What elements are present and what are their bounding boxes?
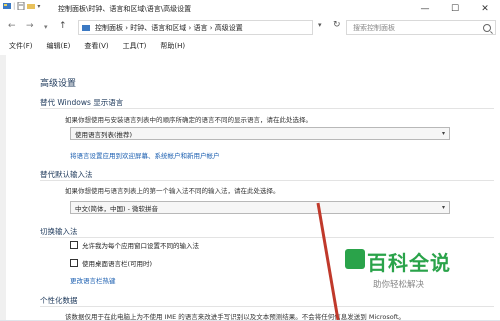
- page-title: 高级设置: [40, 79, 77, 89]
- desktop-langbar-label[interactable]: 使用桌面语言栏(可用时): [82, 258, 152, 268]
- control-panel-small-icon: [82, 25, 90, 31]
- quick-access-dropdown-icon[interactable]: ▾: [37, 3, 40, 10]
- desktop-langbar-option: 使用桌面语言栏(可用时): [70, 258, 152, 268]
- back-button[interactable]: ←: [8, 21, 16, 31]
- switch-input-heading: 切换输入法: [40, 227, 78, 236]
- personalization-heading: 个性化数据: [40, 296, 78, 305]
- input-method-value: 中文(简体，中国) - 微软拼音: [75, 204, 159, 213]
- control-panel-icon: [3, 3, 11, 9]
- chevron-down-icon: ▾: [441, 204, 445, 211]
- chevron-down-icon: ▾: [441, 130, 445, 137]
- per-app-input-checkbox[interactable]: [70, 241, 78, 249]
- change-hotkeys-link[interactable]: 更改语言栏热键: [70, 275, 116, 285]
- menu-view[interactable]: 查看(V): [75, 39, 113, 54]
- menu-tools[interactable]: 工具(T): [114, 39, 152, 54]
- search-icon[interactable]: [483, 24, 491, 32]
- address-bar[interactable]: 控制面板 › 时钟、语言和区域 › 语言 › 高级设置: [78, 20, 313, 35]
- window-title: 控制面板\时钟、语言和区域\语言\高级设置: [58, 5, 192, 13]
- divider: [40, 108, 494, 109]
- up-button[interactable]: ↑: [59, 21, 67, 31]
- desktop-langbar-checkbox[interactable]: [70, 259, 78, 267]
- control-panel-window: | ▾ 控制面板\时钟、语言和区域\语言\高级设置 — ☐ ✕ ← → ▾ ↑ …: [0, 0, 500, 321]
- search-placeholder: 搜索控制面板: [353, 23, 395, 32]
- address-dropdown-icon[interactable]: ▾: [318, 21, 322, 29]
- menu-bar: 文件(F) 编辑(E) 查看(V) 工具(T) 帮助(H): [0, 39, 500, 54]
- input-method-heading: 替代默认输入法: [40, 170, 93, 179]
- per-app-input-option: 允许我为每个应用窗口设置不同的输入法: [70, 240, 199, 250]
- refresh-icon[interactable]: ↻: [333, 20, 341, 30]
- apply-settings-link[interactable]: 将语言设置应用到欢迎屏幕、系统帐户和新用户帐户: [70, 150, 220, 160]
- title-bar-icons: | ▾: [3, 2, 40, 10]
- folder-icon[interactable]: [27, 2, 36, 10]
- display-language-select[interactable]: 使用语言列表(推荐) ▾: [70, 127, 450, 140]
- divider: [40, 306, 494, 307]
- window-controls: — ☐ ✕: [410, 0, 500, 18]
- display-language-heading: 替代 Windows 显示语言: [40, 98, 124, 107]
- display-language-desc: 如果你想使用与安装语言列表中的顺序所确定的语言不同的显示语言，请在此处选择。: [65, 116, 312, 124]
- separator-icon: |: [13, 2, 16, 10]
- recent-dropdown-icon[interactable]: ▾: [44, 23, 48, 31]
- divider: [40, 237, 494, 238]
- breadcrumb[interactable]: 控制面板 › 时钟、语言和区域 › 语言 › 高级设置: [95, 23, 243, 33]
- minimize-button[interactable]: —: [410, 0, 440, 18]
- per-app-input-label[interactable]: 允许我为每个应用窗口设置不同的输入法: [82, 240, 199, 250]
- display-language-value: 使用语言列表(推荐): [75, 130, 133, 139]
- maximize-button[interactable]: ☐: [440, 0, 470, 18]
- input-method-desc: 如果你想使用与语言列表上的第一个输入法不同的输入法，请在此处选择。: [65, 187, 280, 195]
- close-button[interactable]: ✕: [470, 0, 500, 18]
- title-bar: | ▾ 控制面板\时钟、语言和区域\语言\高级设置 — ☐ ✕: [0, 0, 500, 18]
- watermark-sub: 助你轻松解决: [373, 280, 425, 290]
- watermark-main: 百科全说: [367, 251, 451, 275]
- divider: [40, 180, 494, 181]
- menu-file[interactable]: 文件(F): [0, 39, 38, 54]
- watermark: 百科全说 助你轻松解决: [345, 247, 451, 290]
- menu-edit[interactable]: 编辑(E): [38, 39, 76, 54]
- search-input[interactable]: 搜索控制面板: [346, 20, 496, 35]
- properties-icon[interactable]: [17, 2, 25, 10]
- forward-button[interactable]: →: [26, 21, 34, 31]
- input-method-select[interactable]: 中文(简体，中国) - 微软拼音 ▾: [70, 201, 450, 214]
- watermark-logo-icon: [345, 249, 365, 269]
- menu-help[interactable]: 帮助(H): [151, 39, 190, 54]
